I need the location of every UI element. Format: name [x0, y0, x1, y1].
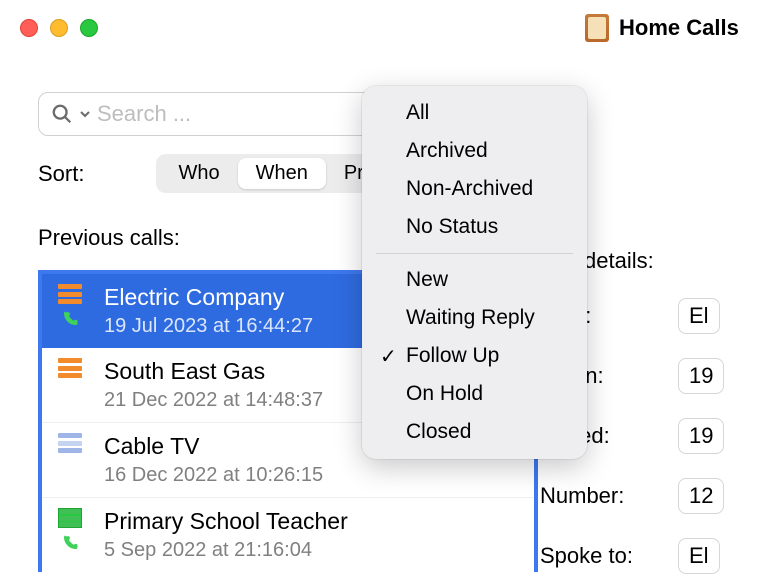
close-window-button[interactable] [20, 19, 38, 37]
list-item-title: Primary School Teacher [104, 508, 348, 535]
menu-item-follow-up[interactable]: Follow Up [362, 337, 587, 375]
menu-item-all[interactable]: All [362, 94, 587, 132]
phone-icon [61, 310, 79, 328]
detail-value-ended[interactable]: 19 [678, 418, 724, 454]
filter-menu: All Archived Non-Archived No Status New … [362, 86, 587, 459]
list-item-subtitle: 19 Jul 2023 at 16:44:27 [104, 315, 313, 338]
detail-label-spoke-to: Spoke to: [540, 543, 660, 569]
sort-label: Sort: [38, 161, 84, 187]
priority-bars-icon [58, 508, 82, 528]
list-item-subtitle: 16 Dec 2022 at 10:26:15 [104, 464, 323, 487]
priority-bars-icon [58, 284, 82, 304]
detail-value-who[interactable]: El [678, 298, 720, 334]
sort-segmented-control: Who When Pr [156, 154, 385, 193]
titlebar: Home Calls [0, 0, 766, 56]
menu-item-no-status[interactable]: No Status [362, 208, 587, 246]
menu-separator [376, 253, 573, 254]
search-menu-chevron-icon[interactable] [79, 108, 91, 120]
list-item-title: Cable TV [104, 433, 323, 460]
app-icon [585, 14, 609, 42]
detail-value-spoke-to[interactable]: El [678, 538, 720, 574]
sort-option-when[interactable]: When [238, 158, 326, 189]
detail-label-number: Number: [540, 483, 660, 509]
menu-item-waiting-reply[interactable]: Waiting Reply [362, 299, 587, 337]
menu-item-closed[interactable]: Closed [362, 413, 587, 451]
previous-calls-label: Previous calls: [38, 225, 180, 251]
list-item-title: Electric Company [104, 284, 313, 311]
menu-item-on-hold[interactable]: On Hold [362, 375, 587, 413]
window-controls [20, 19, 98, 37]
minimize-window-button[interactable] [50, 19, 68, 37]
detail-value-when[interactable]: 19 [678, 358, 724, 394]
sort-option-who[interactable]: Who [160, 158, 237, 189]
list-item-subtitle: 5 Sep 2022 at 21:16:04 [104, 539, 348, 562]
menu-item-non-archived[interactable]: Non-Archived [362, 170, 587, 208]
phone-icon [61, 534, 79, 552]
priority-bars-icon [58, 358, 82, 378]
detail-value-number[interactable]: 12 [678, 478, 724, 514]
zoom-window-button[interactable] [80, 19, 98, 37]
priority-bars-icon [58, 433, 82, 453]
list-item-title: South East Gas [104, 358, 323, 385]
window-title-area: Home Calls [585, 14, 739, 42]
list-item-subtitle: 21 Dec 2022 at 14:48:37 [104, 389, 323, 412]
menu-item-new[interactable]: New [362, 261, 587, 299]
window-title: Home Calls [619, 15, 739, 41]
search-icon [51, 103, 73, 125]
menu-item-archived[interactable]: Archived [362, 132, 587, 170]
